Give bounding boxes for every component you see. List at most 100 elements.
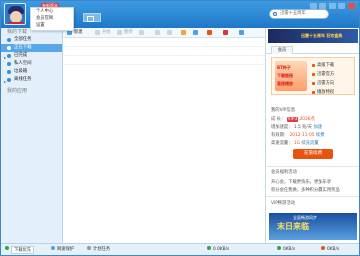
promo-link[interactable]: 迅雷方向 <box>312 79 334 88</box>
sidebar-item-trash[interactable]: 垃圾箱 <box>1 68 62 76</box>
folder-icon[interactable] <box>181 30 186 35</box>
activity-line[interactable]: 积分会任我换，多种积分赢实用奖品 <box>271 187 340 193</box>
sidebar: 我的下载 全部任务 正在下载 ▸ 已完成 私人空间 垃圾箱 ▸ 离线任务 我的应… <box>1 28 63 243</box>
tab-member[interactable]: 会员 <box>271 46 293 54</box>
task-toolbar: 新建 开始 暂停 <box>63 28 265 38</box>
vip-speed-value: 1.5 兆/天 <box>293 125 313 130</box>
all-tasks-icon <box>7 38 11 42</box>
promo-link[interactable]: 播放特权 <box>312 88 334 97</box>
search-placeholder: 迅雷十五周年 <box>280 11 306 16</box>
sidebar-item-completed[interactable]: ▸ 已完成 <box>1 52 62 60</box>
right-panel: 迅雷十五周年 狂欢盛典 会员 BT种子 下载链接 直接播放 高级下载 迅雷官方 … <box>265 28 359 243</box>
window-controls <box>309 3 355 11</box>
new-task-button[interactable]: 新建 <box>74 29 83 37</box>
sidebar-item-all[interactable]: 全部任务 <box>1 36 62 44</box>
sidebar-item-label: 已完成 <box>14 53 28 58</box>
sidebar-item-offline[interactable]: ▸ 离线任务 <box>1 76 62 84</box>
sidebar-item-label: 离线任务 <box>14 77 32 82</box>
minimize-icon[interactable] <box>328 3 336 9</box>
skin-icon[interactable] <box>309 3 317 9</box>
avatar-body <box>8 22 24 24</box>
bottom-banner-ad[interactable]: 全面畅游同步 末日来临 <box>269 213 357 240</box>
start-button[interactable]: 开始 <box>102 29 111 37</box>
down-icon[interactable] <box>167 30 172 35</box>
menu-icon[interactable] <box>319 3 327 9</box>
vip-expire-label: 有效期： <box>271 133 289 138</box>
close-icon[interactable] <box>348 3 355 9</box>
network-protect-icon <box>51 246 55 250</box>
accelerate-speed: 0KB/s <box>327 247 340 252</box>
search-icon <box>273 12 277 16</box>
sidebar-item-label: 垃圾箱 <box>14 69 28 74</box>
download-priority-tab[interactable]: 下载优先 <box>11 246 35 254</box>
schedule-icon <box>87 246 91 250</box>
vip-growth-value: 2036点 <box>299 117 315 122</box>
expand-icon[interactable]: ▸ <box>4 78 6 86</box>
upload-speed-icon <box>277 246 281 250</box>
sidebar-item-downloading[interactable]: 正在下载 <box>1 44 62 52</box>
delete-icon[interactable] <box>139 30 144 35</box>
sidebar-item-label: 正在下载 <box>14 45 32 50</box>
vip-speed-link[interactable]: 加速 <box>313 125 322 130</box>
accelerate-icon[interactable] <box>207 30 212 35</box>
completed-icon <box>7 54 11 58</box>
vip-speed-label: 增加速度： <box>271 125 293 130</box>
view-toggle-button[interactable] <box>83 13 101 22</box>
bottom-ad-headline: 末日来临 <box>277 222 309 231</box>
vip-info-title: 我的VIP信息 <box>271 108 295 113</box>
vip-growth-label: 成 长： <box>271 117 286 122</box>
lock-icon <box>7 62 11 66</box>
promo-link[interactable]: 迅雷官方 <box>312 70 334 79</box>
sidebar-item-private[interactable]: 私人空间 <box>1 60 62 68</box>
table-row <box>63 38 265 47</box>
vip-traffic-link[interactable]: 续充流量 <box>301 141 318 146</box>
divider <box>266 196 359 197</box>
download-speed-icon <box>207 246 211 250</box>
more-icon[interactable] <box>239 30 244 35</box>
accelerate-speed-icon <box>321 246 325 250</box>
user-add-icon[interactable] <box>223 30 228 35</box>
share-icon[interactable] <box>193 30 198 35</box>
panel-tabs: 会员 <box>266 45 359 54</box>
download-priority-icon <box>5 246 9 250</box>
banner-text: 迅雷十五周年 狂欢盛典 <box>301 33 343 38</box>
cloud-icon <box>7 78 11 82</box>
promo-art-line: 直接播放 <box>277 81 293 86</box>
activity-title: 会员福利活动 <box>271 170 297 175</box>
download-speed: 0.0KB/s <box>213 247 230 252</box>
menu-item-member-site[interactable]: 会员官网 <box>31 16 73 22</box>
schedule-button[interactable]: 计划任务 <box>93 246 110 254</box>
promo-art-line: BT种子 <box>277 65 291 70</box>
download-icon <box>7 46 11 50</box>
play-icon <box>95 30 100 35</box>
table-row <box>63 56 265 65</box>
promo-art-line: 下载链接 <box>277 73 293 78</box>
top-banner-ad[interactable]: 迅雷十五周年 狂欢盛典 <box>268 29 358 43</box>
user-avatar[interactable] <box>4 3 26 25</box>
activity-line[interactable]: 开心会，下载更快乐，更加乐享 <box>271 179 331 185</box>
pause-button[interactable]: 暂停 <box>124 29 133 37</box>
sidebar-item-label: 私人空间 <box>14 61 32 66</box>
menu-item-personal-center[interactable]: 个人中心 <box>31 9 73 15</box>
pause-icon <box>117 30 122 35</box>
divider <box>266 166 359 167</box>
promo-art[interactable]: BT种子 下载链接 直接播放 <box>275 61 307 91</box>
vip-traffic-row: 高速流量： 1G 续充流量 <box>271 140 319 146</box>
task-list[interactable] <box>63 38 265 243</box>
trash-icon <box>7 70 11 74</box>
menu-item-settings[interactable]: 设置 <box>31 23 73 29</box>
vip-expire-value: 2012-11-05 <box>289 133 315 138</box>
network-protect-tab[interactable]: 网速保护 <box>57 246 74 254</box>
vip-expire-row: 有效期： 2012-11-05 续费 <box>271 132 325 138</box>
vip-expire-link[interactable]: 续费 <box>316 133 325 138</box>
promo-link[interactable]: 高级下载 <box>312 61 334 70</box>
up-icon[interactable] <box>155 30 160 35</box>
vip-level-badge: VIP3 <box>286 117 299 122</box>
vip-traffic-label: 高速流量： <box>271 141 293 146</box>
user-menu-dropdown: 个人中心 会员官网 设置 <box>30 7 74 31</box>
table-row <box>63 47 265 56</box>
maximize-icon[interactable] <box>338 3 346 9</box>
sidebar-apps-title[interactable]: 我的应用 <box>1 87 62 95</box>
recharge-button[interactable]: 充值续费 <box>293 149 333 159</box>
status-bar: 下载优先 网速保护 计划任务 0.0KB/s 0KB/s 0KB/s <box>1 243 359 255</box>
